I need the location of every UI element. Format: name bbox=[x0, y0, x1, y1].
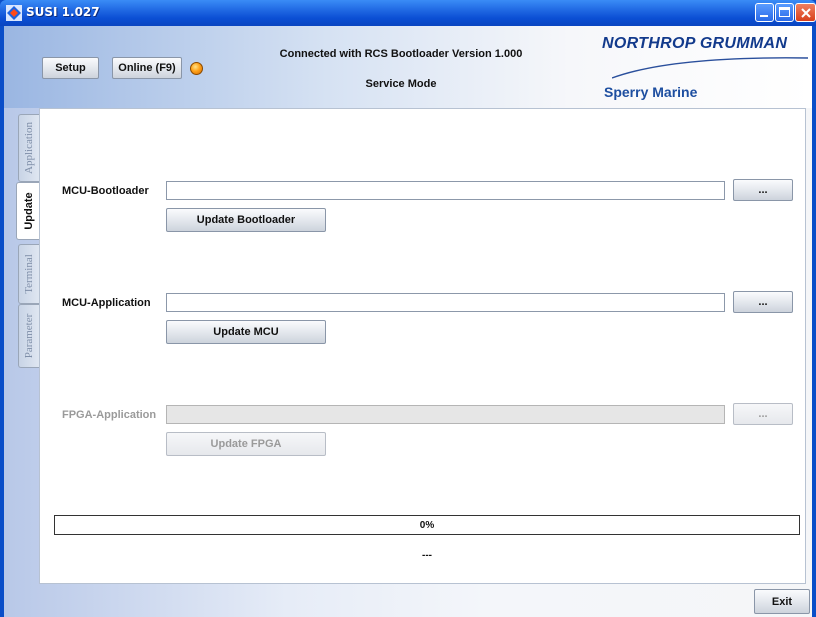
update-bootloader-button[interactable]: Update Bootloader bbox=[166, 208, 326, 232]
tab-label: Terminal bbox=[23, 254, 35, 294]
mcu-application-path-field[interactable] bbox=[166, 293, 725, 312]
tab-update[interactable]: Update bbox=[16, 182, 40, 240]
mcu-bootloader-label: MCU-Bootloader bbox=[62, 185, 149, 197]
maximize-icon bbox=[779, 7, 790, 17]
tab-label: Application bbox=[23, 122, 35, 174]
client-area: Setup Online (F9) Connected with RCS Boo… bbox=[4, 26, 812, 617]
update-panel: MCU-Bootloader ... Update Bootloader MCU… bbox=[39, 108, 806, 584]
fpga-application-label: FPGA-Application bbox=[62, 409, 157, 421]
status-text: --- bbox=[422, 550, 432, 561]
fpga-application-browse-button: ... bbox=[733, 403, 793, 425]
company-logo-text: NORTHROP GRUMMAN bbox=[602, 35, 788, 52]
minimize-icon bbox=[760, 15, 768, 17]
header-bar: Setup Online (F9) Connected with RCS Boo… bbox=[4, 26, 812, 108]
exit-button[interactable]: Exit bbox=[754, 589, 810, 614]
online-button[interactable]: Online (F9) bbox=[112, 57, 182, 79]
division-logo-text: Sperry Marine bbox=[604, 84, 698, 100]
minimize-button[interactable] bbox=[755, 3, 774, 22]
app-icon bbox=[6, 5, 22, 21]
update-fpga-button: Update FPGA bbox=[166, 432, 326, 456]
tab-label: Parameter bbox=[23, 313, 35, 359]
window-title: SUSI 1.027 bbox=[26, 5, 100, 19]
fpga-application-path-field bbox=[166, 405, 725, 424]
update-mcu-button[interactable]: Update MCU bbox=[166, 320, 326, 344]
close-icon bbox=[801, 8, 811, 18]
tab-application[interactable]: Application bbox=[18, 114, 39, 182]
connection-status-led bbox=[190, 62, 203, 75]
tab-label: Update bbox=[22, 192, 35, 230]
progress-percent-text: 0% bbox=[419, 519, 435, 531]
title-bar: SUSI 1.027 bbox=[0, 0, 816, 26]
mcu-bootloader-path-field[interactable] bbox=[166, 181, 725, 200]
connection-status-text: Connected with RCS Bootloader Version 1.… bbox=[279, 48, 523, 60]
maximize-button[interactable] bbox=[775, 3, 794, 22]
mode-text: Service Mode bbox=[365, 78, 437, 90]
update-progress-bar: 0% bbox=[54, 515, 800, 535]
close-button[interactable] bbox=[795, 3, 816, 22]
mcu-application-browse-button[interactable]: ... bbox=[733, 291, 793, 313]
tab-terminal[interactable]: Terminal bbox=[18, 244, 39, 304]
mcu-bootloader-browse-button[interactable]: ... bbox=[733, 179, 793, 201]
tab-parameter[interactable]: Parameter bbox=[18, 304, 39, 368]
setup-button[interactable]: Setup bbox=[42, 57, 99, 79]
mcu-application-label: MCU-Application bbox=[62, 297, 151, 309]
